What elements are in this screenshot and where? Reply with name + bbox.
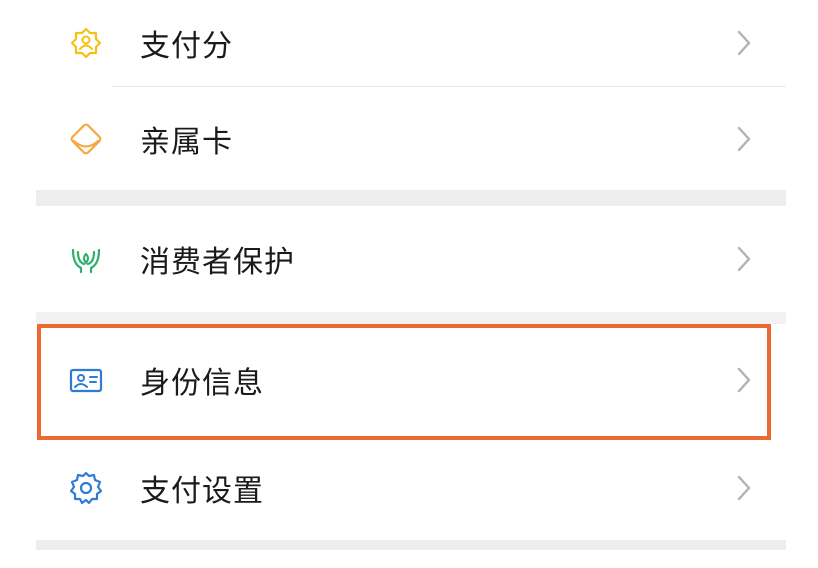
chevron-right-icon	[737, 367, 751, 393]
menu-item-label: 亲属卡	[140, 124, 233, 160]
section-separator	[36, 190, 786, 206]
section-separator	[36, 540, 786, 550]
chevron-right-icon	[737, 475, 751, 501]
menu-item-label: 支付设置	[140, 474, 264, 509]
pay-score-badge-icon	[68, 25, 104, 61]
chevron-right-icon	[737, 126, 751, 151]
consumer-protection-hands-icon	[68, 241, 104, 277]
section-separator-thin	[36, 312, 786, 324]
chevron-right-icon	[737, 30, 751, 56]
chevron-right-icon	[737, 246, 751, 272]
menu-item-consumer-protection[interactable]: 消费者保护	[36, 206, 786, 312]
gear-icon	[68, 470, 104, 506]
family-card-icon	[68, 121, 104, 157]
menu-item-identity-info[interactable]: 身份信息	[36, 324, 786, 436]
menu-item-label: 身份信息	[140, 366, 264, 401]
menu-item-label: 消费者保护	[140, 245, 295, 280]
menu-item-pay-score[interactable]: 支付分	[36, 0, 786, 86]
id-card-icon	[68, 362, 104, 398]
menu-item-label: 支付分	[140, 29, 233, 64]
menu-item-payment-settings[interactable]: 支付设置	[36, 436, 786, 540]
menu-item-family-card[interactable]: 亲属卡	[36, 87, 786, 190]
